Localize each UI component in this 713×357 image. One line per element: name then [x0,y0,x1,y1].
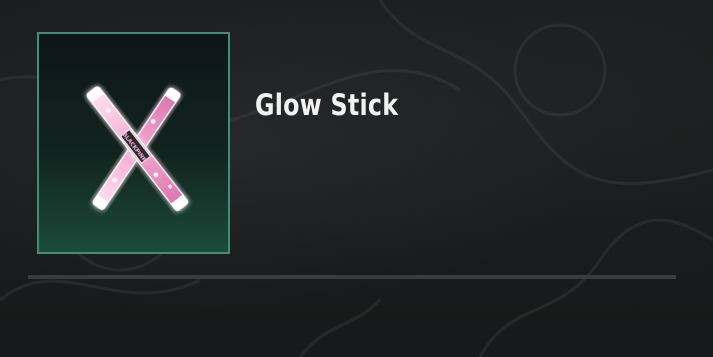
glow-stick-icon: BLACKPINK [86,86,189,212]
divider [28,275,676,279]
item-name: Glow Stick [255,88,399,122]
item-card[interactable]: BLACKPINK [37,32,230,254]
item-detail-screen: BLACKPINK Glow Stick [0,0,713,357]
